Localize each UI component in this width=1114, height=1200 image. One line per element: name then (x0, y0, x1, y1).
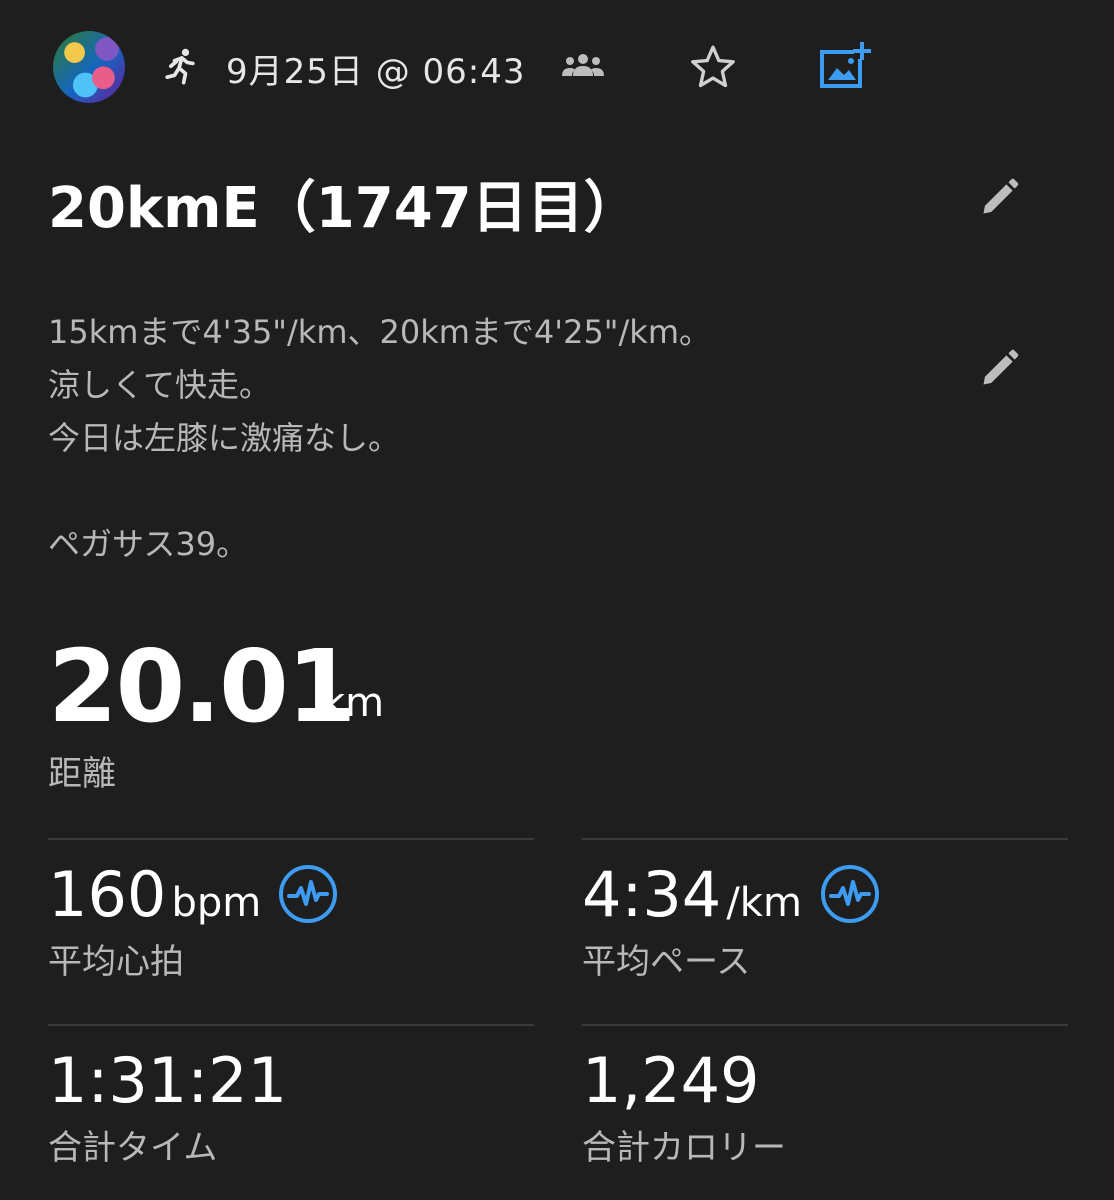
distance-label: 距離 (48, 754, 116, 794)
edit-description-pencil-icon[interactable] (978, 346, 1022, 390)
heart-rate-label: 平均心拍 (48, 942, 184, 982)
heart-rate-chart-icon[interactable] (278, 864, 338, 924)
divider (48, 838, 534, 840)
pace-label: 平均ペース (582, 942, 751, 982)
pace-unit: /km (726, 880, 802, 926)
add-photo-icon[interactable] (818, 40, 874, 92)
pace-value: 4:34 (582, 858, 722, 931)
divider (48, 1024, 534, 1026)
description-line: 涼しくて快走。 (48, 366, 272, 404)
pace-metric: 4:34 /km (582, 858, 802, 931)
activity-datetime: 9月25日 @ 06:43 (226, 52, 526, 92)
activity-description: 15kmまで4'35"/km、20kmまで4'25"/km。 涼しくて快走。 今… (48, 306, 928, 571)
divider (582, 1024, 1068, 1026)
description-line: ペガサス39。 (48, 525, 249, 563)
description-line: 今日は左膝に激痛なし。 (48, 419, 401, 457)
running-icon (158, 46, 202, 90)
total-time-value: 1:31:21 (48, 1044, 288, 1117)
group-icon[interactable] (560, 50, 606, 82)
description-line (48, 465, 928, 518)
total-time-label: 合計タイム (48, 1128, 218, 1168)
star-icon[interactable] (688, 42, 738, 92)
heart-rate-value: 160 (48, 858, 167, 931)
distance-value: 20.01 (48, 628, 356, 745)
calories-value: 1,249 (582, 1044, 760, 1117)
distance-unit: km (322, 680, 385, 726)
divider (582, 838, 1068, 840)
calories-label: 合計カロリー (582, 1128, 786, 1168)
description-line: 15kmまで4'35"/km、20kmまで4'25"/km。 (48, 313, 712, 351)
heart-rate-unit: bpm (171, 880, 262, 926)
pace-chart-icon[interactable] (820, 864, 880, 924)
edit-title-pencil-icon[interactable] (978, 175, 1022, 219)
heart-rate-metric: 160 bpm (48, 858, 261, 931)
activity-title: 20kmE（1747日目） (48, 176, 640, 241)
avatar[interactable] (53, 31, 125, 103)
